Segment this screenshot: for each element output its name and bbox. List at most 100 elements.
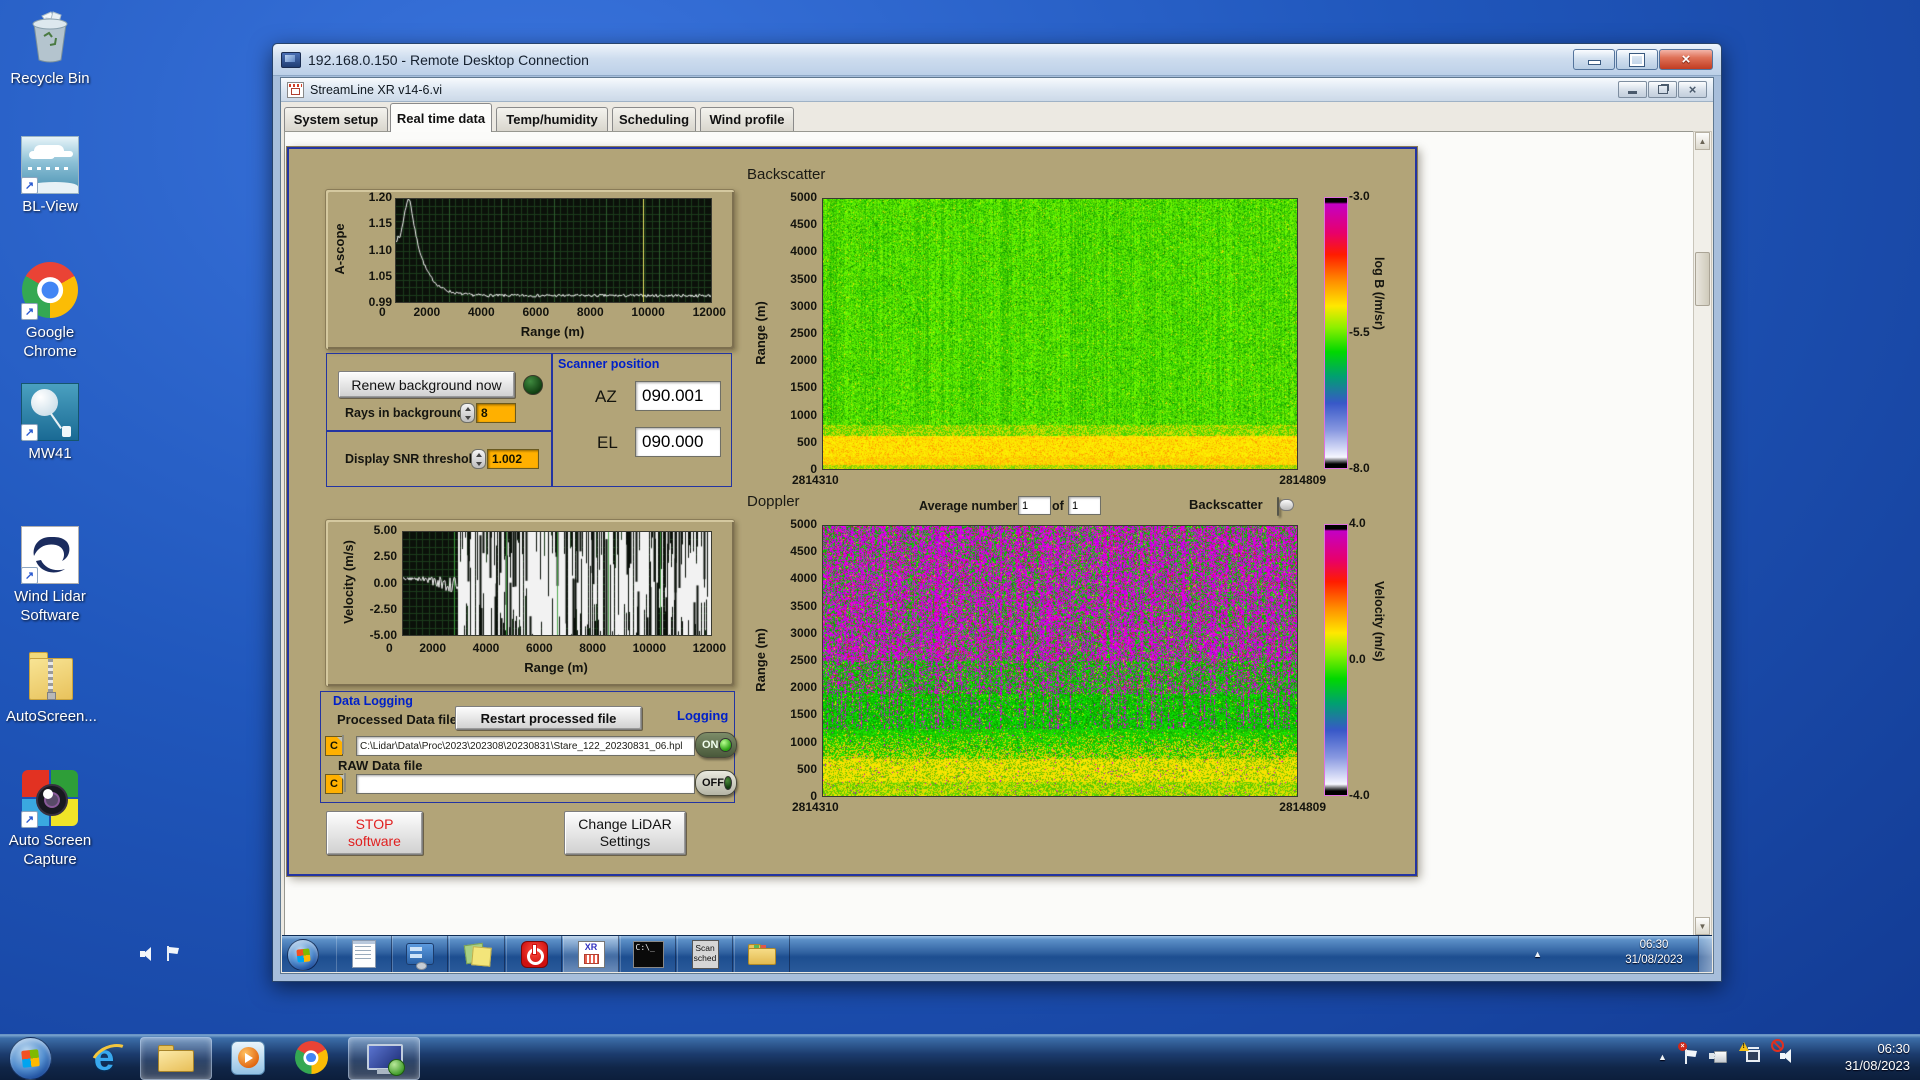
remote-tray-show-hidden-icons-button[interactable] bbox=[1533, 949, 1542, 960]
remote-taskbar-notepad-button[interactable] bbox=[336, 936, 392, 972]
bl-view-icon bbox=[21, 136, 79, 194]
average-number-field[interactable]: 1 bbox=[1018, 496, 1051, 515]
remote-taskbar-sticky-notes-button[interactable] bbox=[449, 936, 505, 972]
rdp-maximize-button[interactable] bbox=[1616, 49, 1658, 70]
raw-path-field[interactable] bbox=[356, 774, 695, 794]
remote-taskbar-clock[interactable]: 06:30 31/08/2023 bbox=[1612, 938, 1696, 968]
chrome-icon bbox=[21, 262, 79, 320]
desktop-icon-mw41[interactable]: MW41 bbox=[6, 383, 94, 463]
remote-taskbar-streamline-xr-button[interactable]: XR bbox=[563, 936, 619, 972]
average-total-field[interactable]: 1 bbox=[1068, 496, 1101, 515]
velocity-y-axis-title: Velocity (m/s) bbox=[341, 540, 356, 624]
desktop-icon-label: Wind Lidar Software bbox=[14, 588, 86, 624]
remote-taskbar-scan-scheduler-button[interactable]: Scan sched bbox=[677, 936, 733, 972]
remote-start-button[interactable] bbox=[287, 939, 319, 971]
desktop-icon-google-chrome[interactable]: Google Chrome bbox=[6, 262, 94, 361]
host-tray-speaker-muted-icon[interactable] bbox=[1771, 1039, 1798, 1066]
desktop-icon-autoscreen-zip[interactable]: AutoScreen... bbox=[6, 646, 97, 726]
remote-taskbar-command-prompt-button[interactable]: C:\_ bbox=[620, 936, 676, 972]
remote-taskbar-control-panel-button[interactable] bbox=[392, 936, 448, 972]
shortcut-arrow-icon bbox=[21, 424, 38, 441]
el-value-field[interactable]: 090.000 bbox=[635, 427, 721, 457]
x-tick-label: 6000 bbox=[522, 305, 550, 319]
change-lidar-settings-button[interactable]: Change LiDAR Settings bbox=[564, 811, 686, 855]
app-restore-button[interactable] bbox=[1648, 81, 1677, 98]
y-tick-label: 1500 bbox=[790, 380, 817, 395]
backscatter-toggle-switch[interactable] bbox=[1277, 497, 1279, 516]
doppler-heatmap-canvas[interactable] bbox=[822, 525, 1298, 797]
desktop-icon-wind-lidar[interactable]: Wind Lidar Software bbox=[6, 526, 94, 625]
streamline-xr-icon: XR bbox=[577, 940, 605, 968]
host-tray-show-hidden-icons-button[interactable] bbox=[1658, 1052, 1667, 1063]
desktop-icon-bl-view[interactable]: BL-View bbox=[6, 136, 94, 216]
scrollbar-thumb[interactable] bbox=[1695, 252, 1710, 306]
stop-software-button[interactable]: STOP software bbox=[326, 811, 423, 855]
snr-value-field[interactable]: 1.002 bbox=[487, 449, 539, 469]
scroll-down-arrow-icon[interactable]: ▼ bbox=[1695, 917, 1710, 935]
host-start-button[interactable] bbox=[9, 1037, 52, 1080]
host-tray-power-icon[interactable] bbox=[1709, 1049, 1732, 1066]
desktop-icon-recycle-bin[interactable]: Recycle Bin bbox=[6, 8, 94, 88]
processed-path-browse-icon[interactable] bbox=[342, 735, 344, 754]
tab-wind-profile[interactable]: Wind profile bbox=[700, 107, 794, 131]
y-tick-label: 2500 bbox=[790, 325, 817, 340]
app-close-button[interactable]: × bbox=[1678, 81, 1707, 98]
remote-show-desktop-button[interactable] bbox=[1698, 936, 1712, 972]
desktop: Recycle Bin BL-View Google Chrome MW41 bbox=[0, 0, 1920, 1080]
tab-temp-humidity[interactable]: Temp/humidity bbox=[496, 107, 608, 131]
host-taskbar-clock[interactable]: 06:30 31/08/2023 bbox=[1814, 1040, 1910, 1074]
raw-logging-off-switch[interactable]: OFF bbox=[695, 770, 737, 796]
tab-system-setup[interactable]: System setup bbox=[284, 107, 388, 131]
restart-processed-file-button[interactable]: Restart processed file bbox=[455, 706, 642, 730]
backscatter-heatmap-canvas[interactable] bbox=[822, 198, 1298, 470]
snr-spinner[interactable] bbox=[471, 449, 486, 469]
rdp-close-button[interactable]: × bbox=[1659, 49, 1713, 70]
host-taskbar-remote-desktop-button[interactable] bbox=[348, 1037, 420, 1080]
desktop-icon-label: BL-View bbox=[22, 198, 78, 215]
remote-taskbar-explorer-button[interactable] bbox=[734, 936, 790, 972]
raw-path-browse-icon[interactable] bbox=[344, 773, 346, 792]
rays-spinner[interactable] bbox=[460, 403, 475, 423]
doppler-x-axis: 2814310 2814809 bbox=[792, 801, 1326, 813]
chrome-icon bbox=[294, 1041, 328, 1074]
desktop-icon-label: AutoScreen... bbox=[6, 708, 97, 725]
shortcut-arrow-icon bbox=[21, 811, 38, 828]
velocity-plot-canvas[interactable] bbox=[402, 531, 712, 636]
processed-path-field[interactable]: C:\Lidar\Data\Proc\2023\202308\20230831\… bbox=[356, 736, 695, 756]
colorbar-tick-label: -4.0 bbox=[1349, 788, 1370, 802]
tab-scheduling[interactable]: Scheduling bbox=[612, 107, 696, 131]
lidar-front-panel: 1.20 1.15 1.10 1.05 0.99 A-scope 0 2000 4000 60… bbox=[287, 147, 1417, 876]
desktop-icon-auto-screen-capture[interactable]: Auto Screen Capture bbox=[6, 770, 94, 869]
streamline-app-window: StreamLine XR v14-6.vi × System setup Re… bbox=[140, 77, 1714, 974]
ascope-plot-canvas[interactable] bbox=[395, 198, 712, 303]
app-title-bar[interactable]: StreamLine XR v14-6.vi × bbox=[281, 78, 1713, 102]
logging-label: Logging bbox=[677, 708, 729, 723]
az-value-field[interactable]: 090.001 bbox=[635, 381, 721, 411]
host-taskbar-internet-explorer-button[interactable]: e bbox=[78, 1037, 139, 1080]
average-number-label: Average number bbox=[919, 499, 1018, 513]
rays-value-field[interactable]: 8 bbox=[476, 403, 516, 423]
host-tray-action-center-flag-icon[interactable]: × bbox=[1678, 1042, 1702, 1066]
y-tick-label: 1000 bbox=[790, 407, 817, 422]
x-tick-label: 0 bbox=[379, 305, 386, 319]
remote-taskbar-stop-button[interactable] bbox=[506, 936, 562, 972]
backscatter-section-title: Backscatter bbox=[747, 166, 826, 183]
host-taskbar-media-player-button[interactable] bbox=[220, 1037, 276, 1078]
data-logging-title: Data Logging bbox=[333, 694, 413, 708]
host-tray-network-warning-icon[interactable] bbox=[1739, 1042, 1764, 1066]
processed-logging-on-switch[interactable]: ON bbox=[695, 732, 737, 758]
host-taskbar-windows-explorer-button[interactable] bbox=[140, 1037, 212, 1080]
scroll-up-arrow-icon[interactable]: ▲ bbox=[1695, 132, 1710, 150]
rdp-minimize-button[interactable] bbox=[1573, 49, 1615, 70]
command-prompt-icon: C:\_ bbox=[632, 940, 664, 968]
desktop-icon-label: Recycle Bin bbox=[10, 70, 90, 87]
velocity-x-axis: 0 2000 4000 6000 8000 10000 12000 bbox=[386, 642, 726, 654]
host-taskbar-chrome-button[interactable] bbox=[284, 1037, 338, 1078]
y-tick-label: 5000 bbox=[790, 517, 817, 531]
y-tick-label: -5.00 bbox=[369, 628, 397, 642]
tab-real-time-data[interactable]: Real time data bbox=[390, 103, 492, 132]
vertical-scrollbar[interactable]: ▲ ▼ bbox=[1693, 131, 1712, 936]
renew-background-button[interactable]: Renew background now bbox=[338, 371, 515, 398]
rdp-title-bar[interactable]: 192.168.0.150 - Remote Desktop Connectio… bbox=[273, 44, 1721, 76]
app-minimize-button[interactable] bbox=[1618, 81, 1647, 98]
